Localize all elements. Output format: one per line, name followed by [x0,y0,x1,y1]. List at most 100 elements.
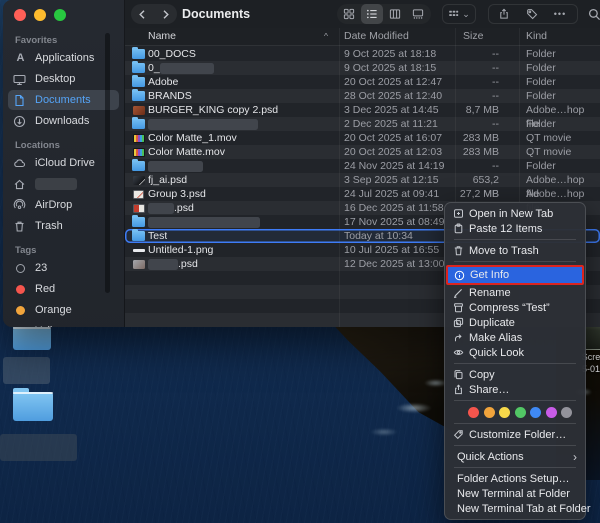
alias-arrow-icon [452,332,464,344]
sidebar-item-icloud-drive[interactable]: iCloud Drive [8,153,119,173]
menu-item-copy[interactable]: Copy [445,367,585,382]
list-view-button[interactable] [361,4,383,24]
blue-tag-dot[interactable] [530,407,541,418]
redacted-desktop-label [0,434,77,461]
folder-icon [132,77,145,87]
movie-file-icon [133,134,145,143]
sidebar-item-tag-orange[interactable]: Orange [8,300,119,320]
column-kind[interactable]: Kind [526,30,547,42]
menu-item-move-to-trash[interactable]: Move to Trash [445,243,585,258]
group-button[interactable]: ⌄ [442,4,476,24]
tag-color-row [445,404,585,420]
sidebar-item-applications[interactable]: A Applications [8,48,119,68]
table-row[interactable]: Group 3.psd 24 Jul 2025 at 09:41 27,2 MB… [125,187,600,201]
desktop-folder-icon[interactable] [13,327,51,350]
green-tag-dot[interactable] [515,407,526,418]
search-button[interactable] [583,4,600,24]
psd-file-icon [133,260,145,269]
menu-item-compress[interactable]: Compress “Test” [445,300,585,315]
orange-tag-dot[interactable] [484,407,495,418]
zoom-button[interactable] [54,9,66,21]
red-tag-dot[interactable] [468,407,479,418]
trash-icon [452,245,464,257]
tag-circle-icon [16,264,25,273]
table-row[interactable]: Color Matte.mov 20 Oct 2025 at 12:03 283… [125,145,600,159]
back-button[interactable] [131,4,153,24]
table-row[interactable]: 2 Dec 2025 at 11:21 -- Folder [125,117,600,131]
menu-item-new-terminal-tab[interactable]: New Terminal Tab at Folder [445,501,585,516]
menu-item-rename[interactable]: Rename [445,285,585,300]
menu-divider [454,400,576,401]
sidebar-item-trash[interactable]: Trash [8,216,119,236]
sidebar-item-tag-yellow[interactable]: Yellow [8,321,119,327]
sidebar-scrollbar[interactable] [105,33,110,293]
gray-tag-dot[interactable] [561,407,572,418]
sidebar-item-tag-red[interactable]: Red [8,279,119,299]
folder-icon [132,49,145,59]
forward-button[interactable] [154,4,176,24]
menu-divider [454,261,576,262]
psd-file-icon [133,204,145,213]
sidebar-item-documents[interactable]: Documents [8,90,119,110]
page-title: Documents [182,0,250,28]
table-row[interactable]: 0_ 9 Oct 2025 at 18:15 -- Folder [125,61,600,75]
menu-item-share[interactable]: Share… [445,382,585,397]
chevron-down-icon: ⌄ [462,11,470,17]
sea-foam [396,403,432,413]
sidebar-section-tags: Tags [15,245,112,256]
new-tab-icon [452,208,464,220]
folder-icon [132,91,145,101]
gallery-view-button[interactable] [407,4,429,24]
menu-item-folder-actions-setup[interactable]: Folder Actions Setup… [445,471,585,486]
sea-foam [370,428,398,436]
more-options-button[interactable]: ••• [549,4,571,24]
table-row[interactable]: BRANDS 28 Oct 2025 at 12:40 -- Folder [125,89,600,103]
table-row[interactable]: BURGER_KING copy 2.psd 3 Dec 2025 at 14:… [125,103,600,117]
menu-divider [454,363,576,364]
folder-icon [132,231,145,241]
sidebar-item-tag-23[interactable]: 23 [8,258,119,278]
redacted-filename [148,161,203,172]
duplicate-icon [452,317,464,329]
customize-icon [452,429,464,441]
table-row[interactable]: 24 Nov 2025 at 14:19 -- Folder [125,159,600,173]
desktop-folder-icon[interactable] [13,392,53,421]
menu-item-paste[interactable]: Paste 12 Items [445,221,585,236]
sidebar-item-downloads[interactable]: Downloads [8,111,119,131]
minimize-button[interactable] [34,9,46,21]
sidebar-item-home[interactable] [8,174,119,194]
table-row[interactable]: fj_ai.psd 3 Sep 2025 at 12:15 653,2 MB A… [125,173,600,187]
tag-button[interactable] [521,4,543,24]
sidebar-section-favorites: Favorites [15,35,112,46]
cloud-icon [13,157,28,170]
menu-item-customize-folder[interactable]: Customize Folder… [445,427,585,442]
menu-divider [454,423,576,424]
column-header: Name ^ Date Modified Size Kind [125,28,600,46]
column-name[interactable]: Name [148,30,176,42]
menu-item-quick-look[interactable]: Quick Look [445,345,585,360]
share-button[interactable] [493,4,515,24]
menu-item-open-in-new-tab[interactable]: Open in New Tab [445,206,585,221]
column-date-modified[interactable]: Date Modified [344,30,409,42]
document-icon [13,94,28,107]
menu-item-get-info[interactable]: Get Info [446,265,584,285]
sidebar-item-desktop[interactable]: Desktop [8,69,119,89]
toolbar: Documents ⌄ ••• [125,0,600,28]
menu-item-make-alias[interactable]: Make Alias [445,330,585,345]
table-row[interactable]: Adobe 20 Oct 2025 at 12:47 -- Folder [125,75,600,89]
redacted-filename [148,203,174,214]
menu-item-duplicate[interactable]: Duplicate [445,315,585,330]
table-row[interactable]: 00_DOCS 9 Oct 2025 at 18:18 -- Folder [125,47,600,61]
icon-view-button[interactable] [338,4,360,24]
sidebar-item-airdrop[interactable]: AirDrop [8,195,119,215]
menu-item-quick-actions[interactable]: Quick Actions › [445,449,585,464]
table-row[interactable]: Color Matte_1.mov 20 Oct 2025 at 16:07 2… [125,131,600,145]
yellow-tag-dot[interactable] [499,407,510,418]
purple-tag-dot[interactable] [546,407,557,418]
column-view-button[interactable] [384,4,406,24]
menu-item-new-terminal[interactable]: New Terminal at Folder [445,486,585,501]
downloads-icon [13,115,28,128]
redacted-desktop-label [3,357,50,384]
close-button[interactable] [14,9,26,21]
column-size[interactable]: Size [463,30,483,42]
